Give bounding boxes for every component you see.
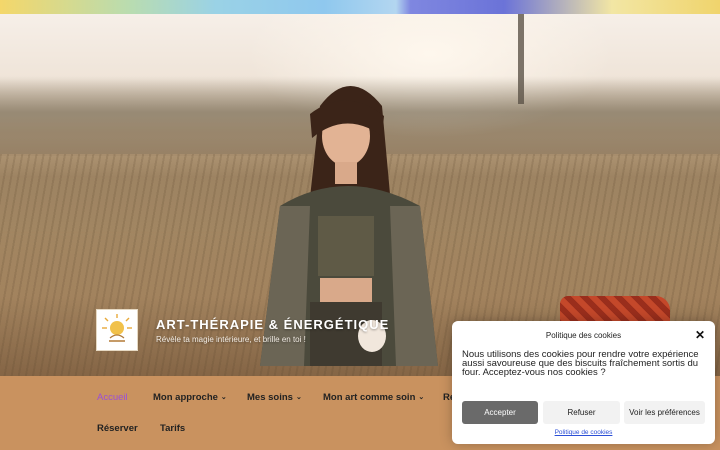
refuse-cookies-button[interactable]: Refuser: [543, 401, 620, 424]
cookie-banner-title: Politique des cookies: [545, 331, 622, 340]
site-tagline: Révèle ta magie intérieure, et brille en…: [156, 334, 306, 344]
nav-item-label: Tarifs: [160, 423, 186, 434]
cookie-consent-banner: Politique des cookies ✕ Nous utilisons d…: [452, 321, 715, 444]
logo-sun-icon: [102, 314, 132, 342]
nav-item-label: Mes soins: [247, 392, 293, 403]
nav-item-mon-approche[interactable]: Mon approche ⌄: [153, 392, 227, 403]
site-branding: Art-Thérapie & Énergétique Révèle ta mag…: [96, 309, 389, 351]
chevron-down-icon: ⌄: [418, 394, 425, 401]
nav-item-label: Accueil: [97, 392, 128, 403]
bare-tree: [518, 14, 524, 104]
nav-item-label: Réserver: [97, 423, 138, 434]
nav-item-tarifs[interactable]: Tarifs: [160, 423, 185, 434]
chevron-down-icon: ⌄: [295, 394, 302, 401]
header-color-strip: [0, 0, 720, 14]
nav-item-mon-art-comme-soin[interactable]: Mon art comme soin ⌄: [323, 392, 424, 403]
accept-cookies-button[interactable]: Accepter: [462, 401, 538, 424]
nav-item-mes-soins[interactable]: Mes soins ⌄: [247, 392, 302, 403]
view-preferences-button[interactable]: Voir les préférences: [624, 401, 705, 424]
site-title[interactable]: Art-Thérapie & Énergétique: [156, 317, 389, 332]
close-icon[interactable]: ✕: [695, 328, 705, 342]
nav-item-reserver[interactable]: Réserver: [97, 423, 138, 434]
cookie-message: Nous utilisons des cookies pour rendre v…: [462, 349, 699, 378]
nav-item-accueil[interactable]: Accueil: [97, 392, 128, 403]
nav-item-label: Mon approche: [153, 392, 218, 403]
chevron-down-icon: ⌄: [220, 394, 227, 401]
cookie-policy-link[interactable]: Politique de cookies: [452, 429, 715, 436]
nav-item-label: Mon art comme soin: [323, 392, 416, 403]
site-logo[interactable]: [96, 309, 138, 351]
